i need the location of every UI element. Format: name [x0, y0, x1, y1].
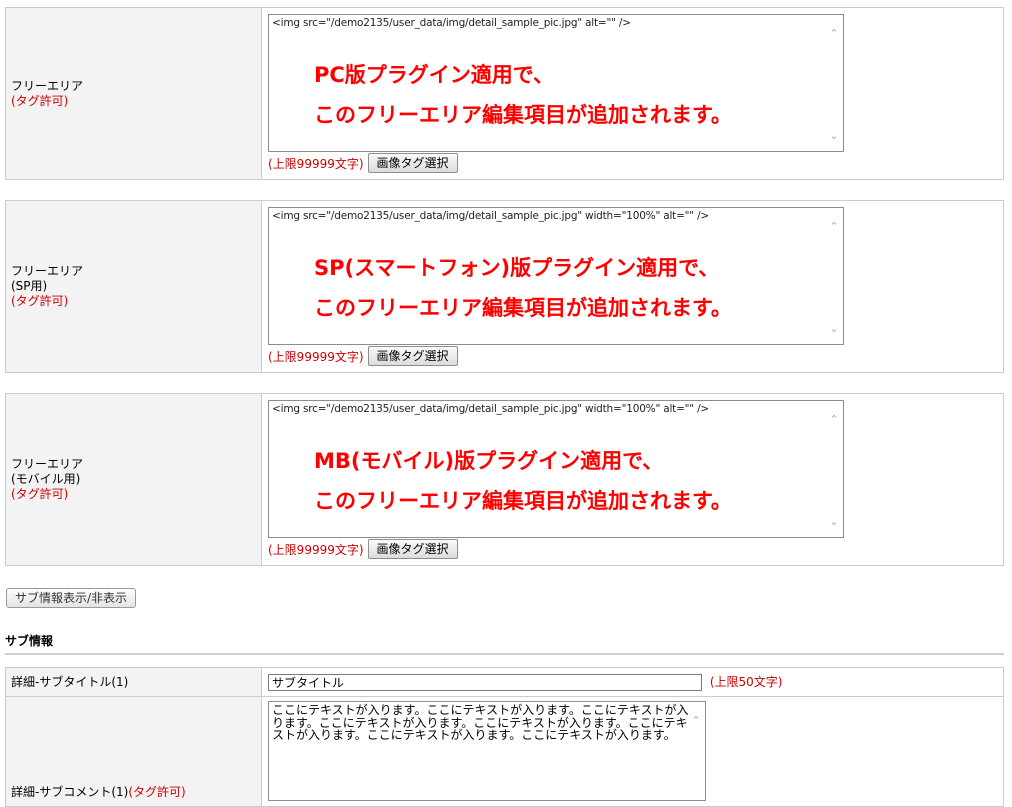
free-area-mb-limit: (上限99999文字) [268, 542, 364, 557]
free-area-sp-sub: (SP用) [11, 279, 48, 293]
free-area-sp-table: フリーエリア (SP用) (タグ許可) <img src="/demo2135/… [5, 200, 1004, 373]
comment-label: 詳細-サブコメント(1) [11, 785, 129, 799]
scroll-down-icon[interactable]: ⌄ [829, 516, 839, 527]
free-area-pc-limit: (上限99999文字) [268, 156, 364, 171]
comment-textarea[interactable]: ここにテキストが入ります。ここにテキストが入ります。ここにテキストが入ります。こ… [268, 701, 706, 801]
free-area-mb-bottom: (上限99999文字) 画像タグ選択 [268, 539, 1003, 559]
free-area-mb-overlay: MB(モバイル)版プラグイン適用で、 このフリーエリア編集項目が追加されます。 [314, 441, 732, 521]
scroll-down-icon[interactable]: ⌄ [829, 323, 839, 334]
subtitle-label: 詳細-サブタイトル(1) [11, 674, 129, 689]
sub-info-divider [5, 653, 1004, 655]
free-area-mb-textarea[interactable]: <img src="/demo2135/user_data/img/detail… [268, 400, 844, 538]
sub-info-table: 詳細-サブタイトル(1) サブタイトル (上限50文字) 詳細-サブコメント(1… [5, 667, 1004, 807]
free-area-sp-label-cell: フリーエリア (SP用) (タグ許可) [5, 200, 262, 373]
sub-info-title: サブ情報 [5, 634, 54, 648]
free-area-sp-overlay-line1: SP(スマートフォン)版プラグイン適用で、 [314, 256, 720, 280]
free-area-pc-code: <img src="/demo2135/user_data/img/detail… [272, 17, 631, 29]
comment-tag-note: (タグ許可) [128, 785, 186, 799]
free-area-pc-bottom: (上限99999文字) 画像タグ選択 [268, 153, 1003, 173]
free-area-mb-label-cell: フリーエリア (モバイル用) (タグ許可) [5, 393, 262, 566]
free-area-pc-label-cell: フリーエリア (タグ許可) [5, 7, 262, 180]
free-area-mb-table: フリーエリア (モバイル用) (タグ許可) <img src="/demo213… [5, 393, 1004, 566]
free-area-sp-code: <img src="/demo2135/user_data/img/detail… [272, 210, 710, 222]
free-area-pc-tag-note: (タグ許可) [11, 93, 69, 108]
sub-info-toggle-button[interactable]: サブ情報表示/非表示 [6, 588, 137, 608]
scroll-up-icon[interactable]: ⌃ [829, 221, 839, 232]
free-area-sp-textarea[interactable]: <img src="/demo2135/user_data/img/detail… [268, 207, 844, 345]
free-area-pc-overlay-line2: このフリーエリア編集項目が追加されます。 [314, 103, 732, 127]
free-area-sp-label: フリーエリア [11, 264, 84, 278]
free-area-pc-label: フリーエリア [11, 78, 84, 93]
free-area-pc-field-cell: <img src="/demo2135/user_data/img/detail… [261, 7, 1004, 180]
scroll-down-icon[interactable]: ⌄ [829, 130, 839, 141]
free-area-mb-overlay-line1: MB(モバイル)版プラグイン適用で、 [314, 449, 664, 473]
scroll-up-icon[interactable]: ⌃ [829, 414, 839, 425]
scroll-up-icon[interactable]: ⌃ [691, 715, 701, 726]
free-area-sp-overlay: SP(スマートフォン)版プラグイン適用で、 このフリーエリア編集項目が追加されま… [314, 248, 732, 328]
free-area-sp-image-tag-button[interactable]: 画像タグ選択 [367, 346, 458, 366]
subtitle-label-cell: 詳細-サブタイトル(1) [5, 667, 262, 697]
comment-label-cell: 詳細-サブコメント(1)(タグ許可) [5, 696, 262, 807]
free-area-mb-image-tag-button[interactable]: 画像タグ選択 [367, 539, 458, 559]
free-area-mb-code: <img src="/demo2135/user_data/img/detail… [272, 403, 710, 415]
subtitle-input[interactable]: サブタイトル [268, 674, 702, 691]
free-area-sp-field-cell: <img src="/demo2135/user_data/img/detail… [261, 200, 1004, 373]
comment-text: ここにテキストが入ります。ここにテキストが入ります。ここにテキストが入ります。こ… [272, 703, 689, 742]
free-area-mb-label: フリーエリア [11, 457, 84, 471]
free-area-sp-tag-note: (タグ許可) [11, 294, 69, 308]
scroll-up-icon[interactable]: ⌃ [829, 28, 839, 39]
free-area-pc-overlay: PC版プラグイン適用で、 このフリーエリア編集項目が追加されます。 [314, 55, 732, 135]
free-area-pc-overlay-line1: PC版プラグイン適用で、 [314, 63, 554, 87]
free-area-pc-table: フリーエリア (タグ許可) <img src="/demo2135/user_d… [5, 7, 1004, 180]
free-area-pc-image-tag-button[interactable]: 画像タグ選択 [367, 153, 458, 173]
free-area-sp-overlay-line2: このフリーエリア編集項目が追加されます。 [314, 296, 732, 320]
free-area-mb-field-cell: <img src="/demo2135/user_data/img/detail… [261, 393, 1004, 566]
free-area-sp-limit: (上限99999文字) [268, 349, 364, 364]
free-area-mb-overlay-line2: このフリーエリア編集項目が追加されます。 [314, 489, 732, 513]
free-area-sp-bottom: (上限99999文字) 画像タグ選択 [268, 346, 1003, 366]
subtitle-limit: (上限50文字) [709, 675, 783, 689]
free-area-mb-sub: (モバイル用) [11, 472, 81, 486]
comment-field-cell: ここにテキストが入ります。ここにテキストが入ります。ここにテキストが入ります。こ… [261, 696, 1004, 807]
subtitle-field-cell: サブタイトル (上限50文字) [261, 667, 1004, 697]
free-area-pc-textarea[interactable]: <img src="/demo2135/user_data/img/detail… [268, 14, 844, 152]
free-area-mb-tag-note: (タグ許可) [11, 487, 69, 501]
